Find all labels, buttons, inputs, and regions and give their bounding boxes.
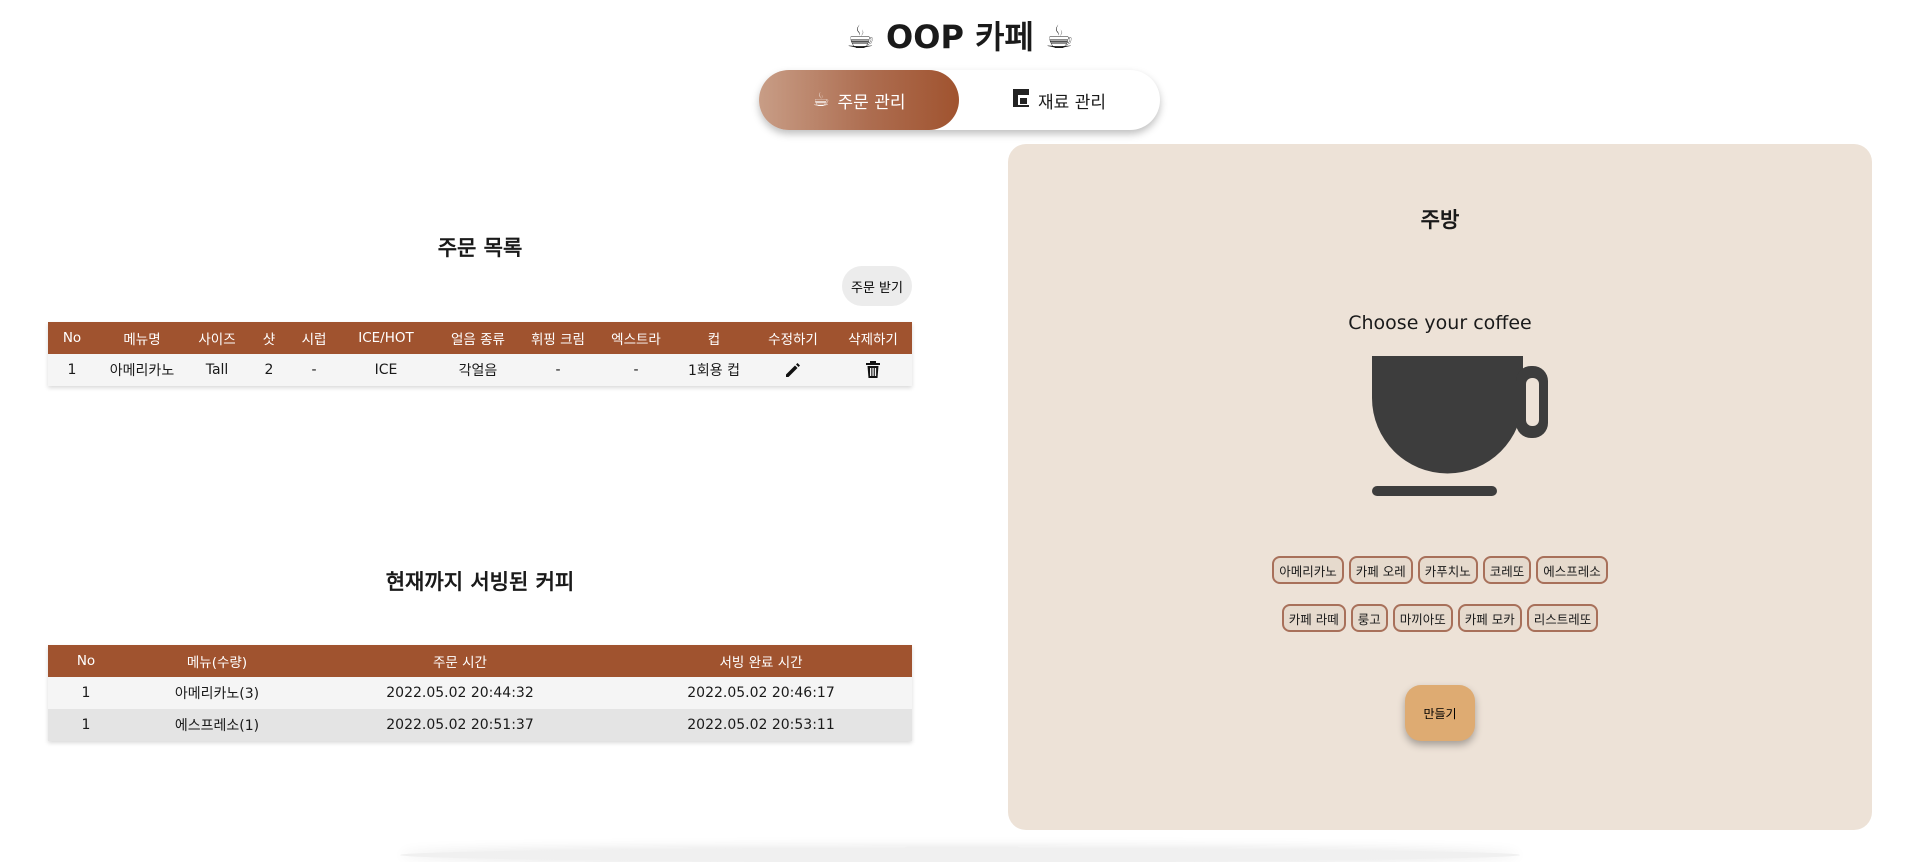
table-row: 1 에스프레소(1) 2022.05.02 20:51:37 2022.05.0… <box>48 709 912 741</box>
column-header: 시럽 <box>292 322 336 354</box>
column-header: No <box>48 645 124 677</box>
menu-cafe-mocha-button[interactable]: 카페 모카 <box>1457 604 1522 632</box>
menu-lungo-button[interactable]: 룽고 <box>1350 604 1388 632</box>
cell-ice-hot: ICE <box>336 354 436 386</box>
kitchen-title: 주방 <box>1420 208 1460 232</box>
take-order-button[interactable]: 주문 받기 <box>842 266 912 306</box>
column-header: 수정하기 <box>752 322 834 354</box>
order-list-title: 주문 목록 <box>437 236 523 260</box>
coffee-cup-icon: ☕ <box>812 89 830 111</box>
coffee-machine-icon <box>1012 88 1030 113</box>
cell-edit <box>752 354 834 386</box>
served-coffee-title: 현재까지 서빙된 커피 <box>385 570 575 594</box>
cell-serve-time: 2022.05.02 20:46:17 <box>610 677 912 709</box>
cell-order-time: 2022.05.02 20:51:37 <box>310 709 610 741</box>
tab-bar: ☕ 주문 관리 재료 관리 <box>759 70 1160 130</box>
column-header: 휘핑 크림 <box>520 322 596 354</box>
menu-americano-button[interactable]: 아메리카노 <box>1272 556 1344 584</box>
column-header: 샷 <box>246 322 292 354</box>
choose-coffee-prompt: Choose your coffee <box>1348 312 1532 334</box>
trash-icon[interactable] <box>859 358 887 382</box>
order-table: No 메뉴명 사이즈 샷 시럽 ICE/HOT 얼음 종류 휘핑 크림 엑스트라… <box>48 322 912 386</box>
order-table-header: No 메뉴명 사이즈 샷 시럽 ICE/HOT 얼음 종류 휘핑 크림 엑스트라… <box>48 322 912 354</box>
column-header: 컵 <box>676 322 752 354</box>
menu-espresso-button[interactable]: 에스프레소 <box>1536 556 1608 584</box>
served-table: No 메뉴(수량) 주문 시간 서빙 완료 시간 1 아메리카노(3) 2022… <box>48 645 912 741</box>
table-row: 1 아메리카노 Tall 2 - ICE 각얼음 - - 1회용 컵 <box>48 354 912 386</box>
tab-ingredient-management[interactable]: 재료 관리 <box>959 70 1159 130</box>
column-header: No <box>48 322 96 354</box>
tab-ingredient-management-label: 재료 관리 <box>1038 92 1106 113</box>
menu-corretto-button[interactable]: 코레또 <box>1482 556 1532 584</box>
cell-serve-time: 2022.05.02 20:53:11 <box>610 709 912 741</box>
cell-menu: 아메리카노 <box>96 354 188 386</box>
cell-delete <box>834 354 912 386</box>
cell-no: 1 <box>48 677 124 709</box>
cell-cup: 1회용 컵 <box>676 354 752 386</box>
pencil-icon[interactable] <box>779 358 807 382</box>
coffee-menu-row-1: 아메리카노 카페 오레 카푸치노 코레또 에스프레소 <box>1008 556 1872 584</box>
served-table-header: No 메뉴(수량) 주문 시간 서빙 완료 시간 <box>48 645 912 677</box>
order-section: 주문 목록 주문 받기 No 메뉴명 사이즈 샷 시럽 ICE/HOT 얼음 종… <box>48 140 912 830</box>
cell-no: 1 <box>48 709 124 741</box>
cell-order-time: 2022.05.02 20:44:32 <box>310 677 610 709</box>
menu-macchiato-button[interactable]: 마끼아또 <box>1392 604 1453 632</box>
cell-whip: - <box>520 354 596 386</box>
column-header: 사이즈 <box>188 322 246 354</box>
column-header: 엑스트라 <box>596 322 676 354</box>
table-row: 1 아메리카노(3) 2022.05.02 20:44:32 2022.05.0… <box>48 677 912 709</box>
column-header: 메뉴명 <box>96 322 188 354</box>
column-header: 주문 시간 <box>310 645 610 677</box>
column-header: 메뉴(수량) <box>124 645 310 677</box>
menu-cappuccino-button[interactable]: 카푸치노 <box>1417 556 1478 584</box>
kitchen-panel: 주방 Choose your coffee 아메리카노 카페 오레 카푸치노 코… <box>1008 144 1872 830</box>
coffee-cup-illustration-icon <box>1372 356 1548 496</box>
menu-cafe-latte-button[interactable]: 카페 라떼 <box>1281 604 1346 632</box>
column-header: 삭제하기 <box>834 322 912 354</box>
make-coffee-button[interactable]: 만들기 <box>1405 685 1475 741</box>
column-header: 서빙 완료 시간 <box>610 645 912 677</box>
column-header: 얼음 종류 <box>436 322 520 354</box>
column-header: ICE/HOT <box>336 322 436 354</box>
cell-shot: 2 <box>246 354 292 386</box>
menu-cafe-au-lait-button[interactable]: 카페 오레 <box>1348 556 1413 584</box>
tab-order-management[interactable]: ☕ 주문 관리 <box>759 70 959 130</box>
cell-menu: 에스프레소(1) <box>124 709 310 741</box>
cell-syrup: - <box>292 354 336 386</box>
cell-no: 1 <box>48 354 96 386</box>
cell-extra: - <box>596 354 676 386</box>
cell-menu: 아메리카노(3) <box>124 677 310 709</box>
cell-ice-type: 각얼음 <box>436 354 520 386</box>
menu-ristretto-button[interactable]: 리스트레또 <box>1526 604 1599 632</box>
tab-order-management-label: 주문 관리 <box>837 92 906 113</box>
page-title: ☕ OOP 카페 ☕ <box>846 18 1074 56</box>
cell-size: Tall <box>188 354 246 386</box>
coffee-menu-row-2: 카페 라떼 룽고 마끼아또 카페 모카 리스트레또 <box>1008 604 1872 632</box>
